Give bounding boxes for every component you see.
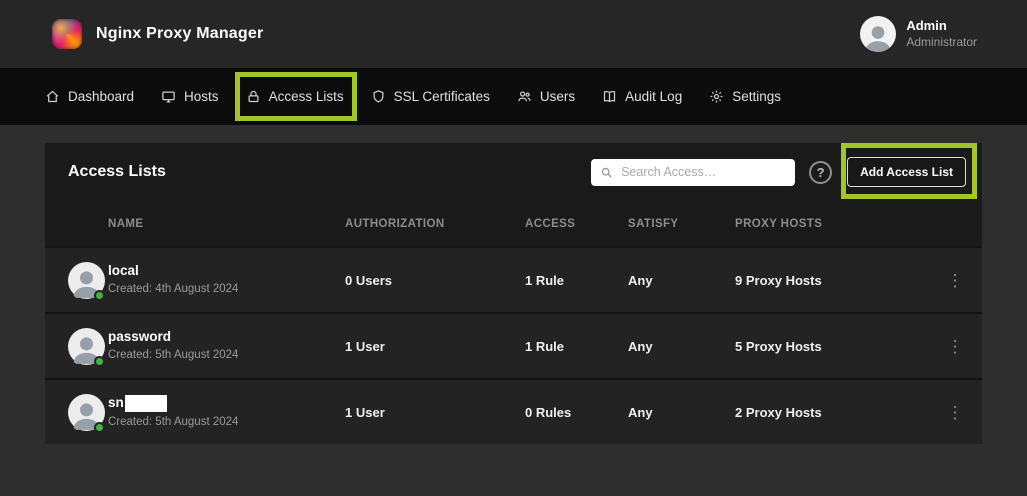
list-avatar: [68, 328, 105, 365]
search-box: [591, 159, 795, 186]
nav-item-audit-log[interactable]: Audit Log: [602, 68, 682, 125]
nav-item-ssl-certificates[interactable]: SSL Certificates: [371, 68, 490, 125]
user-menu[interactable]: Admin Administrator: [860, 16, 977, 52]
gear-icon: [709, 89, 724, 104]
created-date: Created: 5th August 2024: [108, 349, 345, 362]
nav-label: Settings: [732, 89, 781, 104]
proxy-hosts-cell: 5 Proxy Hosts: [735, 339, 928, 354]
lock-icon: [246, 89, 261, 104]
home-icon: [45, 89, 60, 104]
table-row[interactable]: sn Created: 5th August 2024 1 User 0 Rul…: [45, 378, 982, 444]
nav-item-hosts[interactable]: Hosts: [161, 68, 219, 125]
authorization-cell: 0 Users: [345, 273, 525, 288]
satisfy-cell: Any: [628, 273, 735, 288]
online-status-dot: [94, 290, 105, 301]
access-list-name: password: [108, 330, 345, 345]
search-icon: [600, 166, 613, 179]
nav-label: SSL Certificates: [394, 89, 490, 104]
column-header-authorization: AUTHORIZATION: [345, 218, 525, 230]
user-name: Admin: [906, 18, 977, 34]
redaction-box: [125, 395, 167, 412]
created-date: Created: 5th August 2024: [108, 416, 345, 429]
row-menu-button[interactable]: ⋮: [939, 334, 972, 359]
user-avatar[interactable]: [860, 16, 896, 52]
panel-header: Access Lists ? Add Access List NAME AUTH: [45, 143, 982, 246]
add-access-list-button[interactable]: Add Access List: [847, 157, 966, 187]
satisfy-cell: Any: [628, 405, 735, 420]
nav-item-settings[interactable]: Settings: [709, 68, 781, 125]
users-icon: [517, 89, 532, 104]
authorization-cell: 1 User: [345, 405, 525, 420]
online-status-dot: [94, 422, 105, 433]
book-icon: [602, 89, 617, 104]
add-access-list-label: Add Access List: [860, 165, 953, 179]
access-cell: 0 Rules: [525, 405, 628, 420]
column-header-access: ACCESS: [525, 218, 628, 230]
proxy-hosts-cell: 2 Proxy Hosts: [735, 405, 928, 420]
brand: Nginx Proxy Manager: [52, 19, 263, 49]
name-cell: local Created: 4th August 2024: [108, 264, 345, 295]
person-icon: [860, 19, 896, 52]
list-avatar: [68, 394, 105, 431]
access-list-name: sn: [108, 395, 345, 412]
nav-label: Users: [540, 89, 575, 104]
table-header-row: NAME AUTHORIZATION ACCESS SATISFY PROXY …: [45, 201, 982, 246]
list-avatar: [68, 262, 105, 299]
created-date: Created: 4th August 2024: [108, 283, 345, 296]
name-cell: password Created: 5th August 2024: [108, 330, 345, 361]
search-input[interactable]: [619, 164, 786, 180]
nav-label: Audit Log: [625, 89, 682, 104]
authorization-cell: 1 User: [345, 339, 525, 354]
shield-icon: [371, 89, 386, 104]
monitor-icon: [161, 89, 176, 104]
name-cell: sn Created: 5th August 2024: [108, 395, 345, 429]
online-status-dot: [94, 356, 105, 367]
nav-item-dashboard[interactable]: Dashboard: [45, 68, 134, 125]
app-title: Nginx Proxy Manager: [96, 25, 263, 43]
app-logo-icon: [52, 19, 82, 49]
nav-item-users[interactable]: Users: [517, 68, 575, 125]
panel-title-row: Access Lists ? Add Access List: [45, 143, 982, 201]
table-row[interactable]: password Created: 5th August 2024 1 User…: [45, 312, 982, 378]
nav-label: Hosts: [184, 89, 219, 104]
nav-label: Access Lists: [269, 89, 344, 104]
column-header-satisfy: SATISFY: [628, 218, 735, 230]
page-title: Access Lists: [68, 163, 166, 181]
nav-item-access-lists[interactable]: Access Lists: [246, 68, 344, 125]
table-row[interactable]: local Created: 4th August 2024 0 Users 1…: [45, 246, 982, 312]
proxy-hosts-cell: 9 Proxy Hosts: [735, 273, 928, 288]
row-menu-button[interactable]: ⋮: [939, 268, 972, 293]
main-nav: Dashboard Hosts Access Lists SSL Certifi…: [0, 68, 1027, 125]
column-header-proxy-hosts: PROXY HOSTS: [735, 218, 928, 230]
content-area: Access Lists ? Add Access List NAME AUTH: [0, 125, 1027, 444]
user-role: Administrator: [906, 35, 977, 50]
access-list-name: local: [108, 264, 345, 279]
access-cell: 1 Rule: [525, 273, 628, 288]
satisfy-cell: Any: [628, 339, 735, 354]
nav-label: Dashboard: [68, 89, 134, 104]
help-button[interactable]: ?: [809, 161, 832, 184]
column-header-name: NAME: [108, 218, 345, 230]
top-header: Nginx Proxy Manager Admin Administrator: [0, 0, 1027, 68]
row-menu-button[interactable]: ⋮: [939, 400, 972, 425]
access-lists-panel: Access Lists ? Add Access List NAME AUTH: [45, 143, 982, 444]
user-meta: Admin Administrator: [906, 18, 977, 49]
access-cell: 1 Rule: [525, 339, 628, 354]
